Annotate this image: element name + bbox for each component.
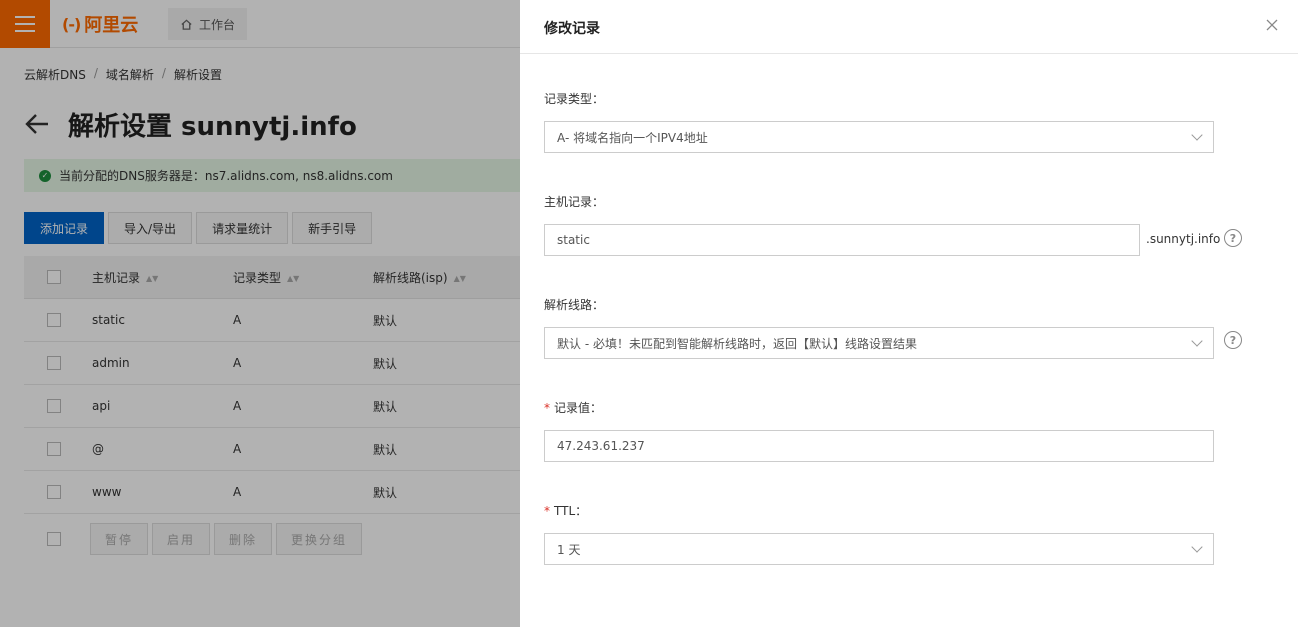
chevron-down-icon [1191,541,1203,553]
ttl-label: * TTL： [544,502,587,519]
resolve-line-select[interactable]: 默认 - 必填！未匹配到智能解析线路时，返回【默认】线路设置结果 [544,327,1214,359]
chevron-down-icon [1191,129,1203,141]
required-mark: * [544,504,550,518]
ttl-label-text: TTL： [554,504,588,518]
record-value-value: 47.243.61.237 [557,439,645,453]
help-icon[interactable]: ? [1224,331,1242,349]
record-value-label-text: 记录值： [554,401,603,415]
chevron-down-icon [1191,335,1203,347]
resolve-line-label: 解析线路： [544,298,605,312]
edit-record-drawer: 修改记录 记录类型： A- 将域名指向一个IPV4地址 主机记录： static… [520,0,1298,627]
host-record-input[interactable]: static [544,224,1140,256]
resolve-line-value: 默认 - 必填！未匹配到智能解析线路时，返回【默认】线路设置结果 [557,336,917,351]
record-type-label: 记录类型： [544,92,605,106]
record-type-value: A- 将域名指向一个IPV4地址 [557,130,708,145]
record-value-label: * 记录值： [544,399,602,416]
help-icon[interactable]: ? [1224,229,1242,247]
record-value-input[interactable]: 47.243.61.237 [544,430,1214,462]
drawer-header: 修改记录 [520,0,1298,54]
ttl-select[interactable]: 1 天 [544,533,1214,565]
ttl-value: 1 天 [557,542,581,557]
domain-suffix: .sunnytj.info [1146,232,1221,246]
required-mark: * [544,401,550,415]
host-record-label: 主机记录： [544,195,605,209]
host-record-value: static [557,233,590,247]
record-type-select[interactable]: A- 将域名指向一个IPV4地址 [544,121,1214,153]
close-icon[interactable] [1264,17,1280,33]
drawer-title: 修改记录 [544,21,600,37]
